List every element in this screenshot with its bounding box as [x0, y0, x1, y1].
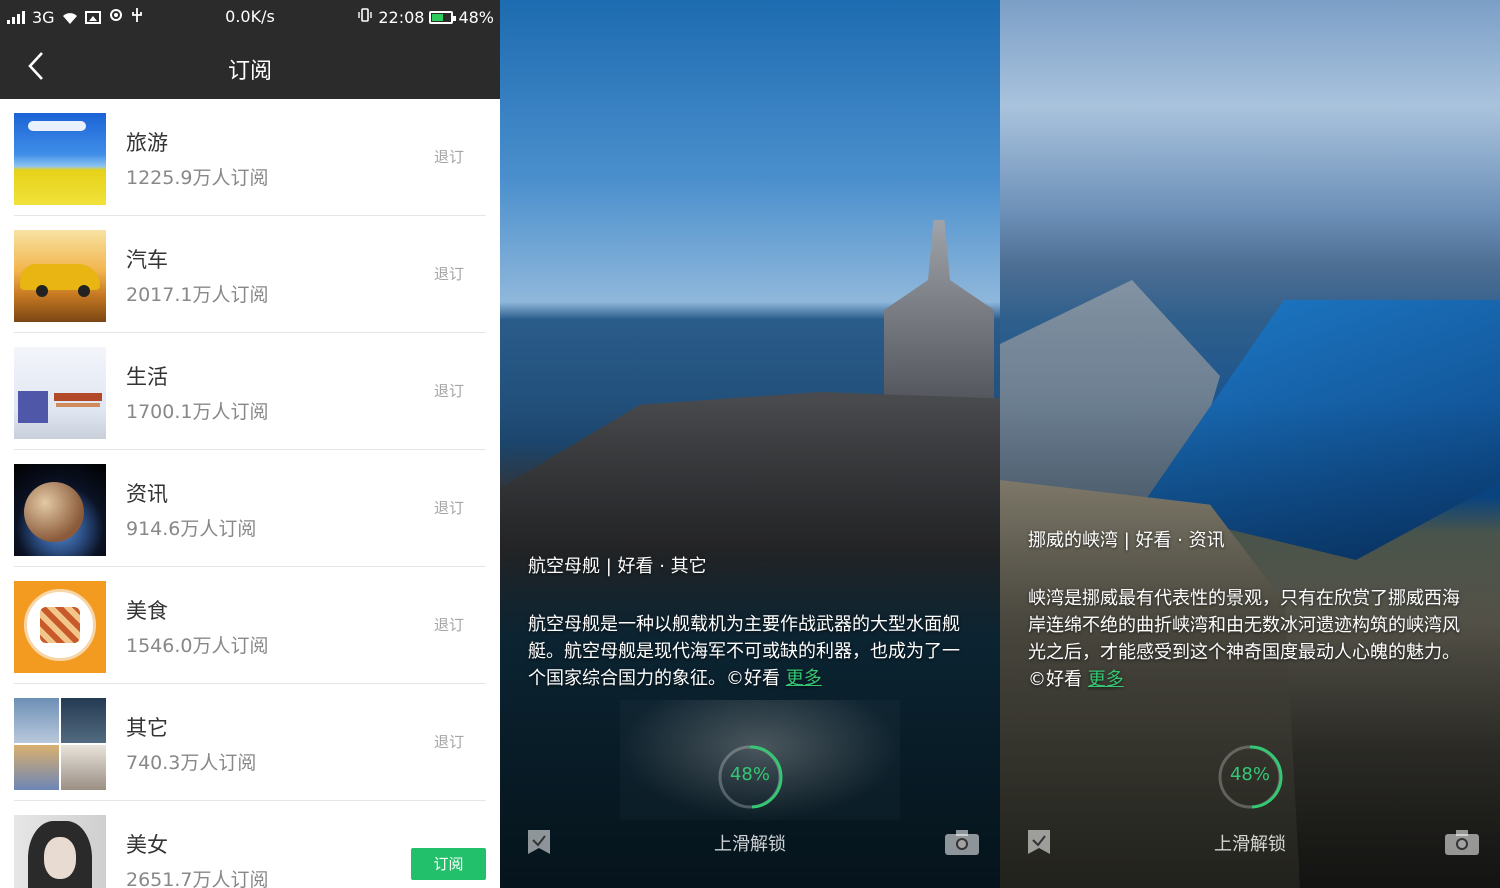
wallpaper-description: 航空母舰是一种以舰载机为主要作战武器的大型水面舰艇。航空母舰是现代海军不可或缺的…: [528, 611, 968, 692]
unsubscribe-button[interactable]: 退订: [434, 497, 464, 518]
progress-percent: 48%: [729, 764, 770, 785]
list-item[interactable]: 旅游 1225.9万人订阅 退订: [14, 99, 486, 216]
category-name: 汽车: [126, 248, 168, 272]
category-name: 其它: [126, 716, 168, 740]
list-item[interactable]: 美食 1546.0万人订阅 退订: [14, 567, 486, 684]
progress-percent: 48%: [1229, 764, 1270, 785]
category-name: 美女: [126, 833, 168, 857]
unsubscribe-button[interactable]: 退订: [434, 263, 464, 284]
status-bar: 3G 0.0K/s 22:08 48%: [0, 0, 500, 33]
vibrate-icon: [357, 7, 373, 27]
battery-level: 48%: [458, 7, 494, 27]
category-name: 美食: [126, 599, 168, 623]
list-item[interactable]: 美女 2651.7万人订阅 订阅: [14, 801, 486, 888]
category-thumbnail: [14, 815, 106, 888]
wallpaper-description: 峡湾是挪威最有代表性的景观，只有在欣赏了挪威西海岸连绵不绝的曲折峡湾和由无数冰河…: [1028, 585, 1468, 693]
clock: 22:08: [378, 7, 425, 27]
battery-icon: [429, 10, 457, 24]
category-name: 资讯: [126, 482, 168, 506]
category-thumbnail: [14, 581, 106, 673]
unsubscribe-button[interactable]: 退订: [434, 614, 464, 635]
subscriber-count: 1225.9万人订阅: [126, 167, 269, 189]
category-thumbnail: [14, 347, 106, 439]
list-item[interactable]: 汽车 2017.1万人订阅 退订: [14, 216, 486, 333]
description-text: 航空母舰是一种以舰载机为主要作战武器的大型水面舰艇。航空母舰是现代海军不可或缺的…: [528, 614, 960, 689]
category-thumbnail: [14, 113, 106, 205]
more-link[interactable]: 更多: [1088, 669, 1124, 690]
subscriber-count: 2017.1万人订阅: [126, 284, 269, 306]
subscriber-count: 1546.0万人订阅: [126, 635, 269, 657]
category-thumbnail: [14, 698, 106, 790]
camera-icon[interactable]: [944, 828, 980, 856]
lockscreen-norway-fjord[interactable]: 挪威的峡湾 | 好看 · 资讯 峡湾是挪威最有代表性的景观，只有在欣赏了挪威西海…: [1000, 0, 1500, 888]
swipe-unlock-hint[interactable]: 上滑解锁: [500, 830, 1000, 856]
wallpaper-caption: 挪威的峡湾 | 好看 · 资讯: [1028, 530, 1225, 551]
page-title: 订阅: [227, 59, 272, 84]
unsubscribe-button[interactable]: 退订: [434, 146, 464, 167]
unsubscribe-button[interactable]: 退订: [434, 731, 464, 752]
subscriber-count: 1700.1万人订阅: [126, 401, 269, 423]
list-item[interactable]: 资讯 914.6万人订阅 退订: [14, 450, 486, 567]
category-name: 生活: [126, 365, 168, 389]
subscription-screen: 3G 0.0K/s 22:08 48% 订阅 旅游 1225.9万人订阅 退订 …: [0, 0, 500, 888]
category-name: 旅游: [126, 131, 168, 155]
subscribe-button[interactable]: 订阅: [411, 848, 486, 880]
title-bar: 订阅: [0, 33, 500, 99]
list-item[interactable]: 生活 1700.1万人订阅 退订: [14, 333, 486, 450]
subscriber-count: 2651.7万人订阅: [126, 869, 269, 888]
category-thumbnail: [14, 230, 106, 322]
checkbox-icon[interactable]: [526, 828, 552, 856]
wallpaper-caption: 航空母舰 | 好看 · 其它: [528, 556, 707, 577]
unsubscribe-button[interactable]: 退订: [434, 380, 464, 401]
subscriber-count: 914.6万人订阅: [126, 518, 257, 540]
more-link[interactable]: 更多: [786, 668, 822, 689]
category-thumbnail: [14, 464, 106, 556]
swipe-unlock-hint[interactable]: 上滑解锁: [1000, 830, 1500, 856]
list-item[interactable]: 其它 740.3万人订阅 退订: [14, 684, 486, 801]
lockscreen-aircraft-carrier[interactable]: 航空母舰 | 好看 · 其它 航空母舰是一种以舰载机为主要作战武器的大型水面舰艇…: [500, 0, 1000, 888]
checkbox-icon[interactable]: [1026, 828, 1052, 856]
subscriber-count: 740.3万人订阅: [126, 752, 257, 774]
camera-icon[interactable]: [1444, 828, 1480, 856]
